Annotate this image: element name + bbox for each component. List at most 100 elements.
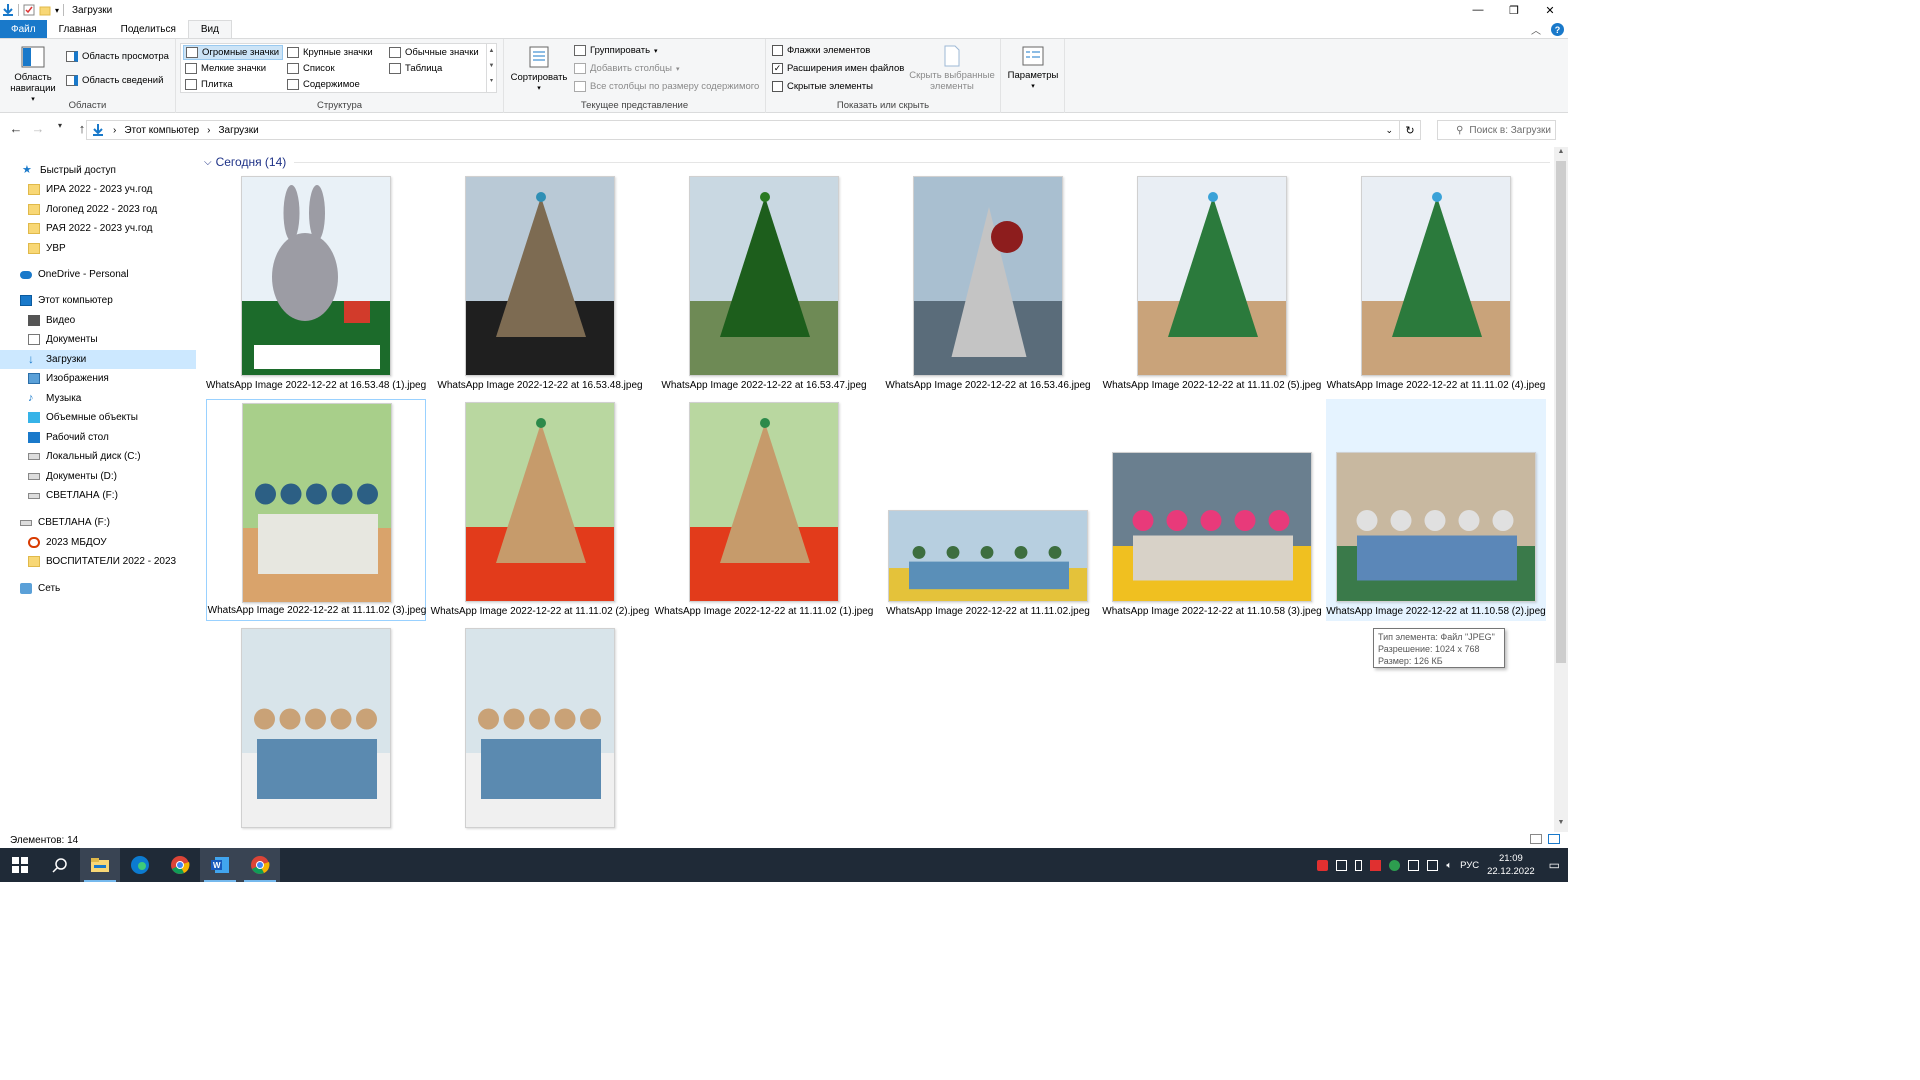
breadcrumb-separator[interactable]: › (113, 125, 116, 136)
scrollbar-thumb[interactable] (1556, 161, 1566, 663)
usb-icon[interactable] (1355, 859, 1363, 871)
file-item[interactable]: WhatsApp Image 2022-12-22 at 11.10.58 (2… (1326, 399, 1546, 621)
recent-locations-icon[interactable]: ▾ (50, 121, 70, 136)
nav-item-this-pc[interactable]: Этот компьютер (0, 291, 196, 310)
layout-list[interactable]: Список (285, 61, 385, 76)
file-item[interactable] (206, 625, 426, 832)
language-indicator[interactable]: РУС (1460, 860, 1479, 871)
layout-details[interactable]: Таблица (387, 61, 487, 76)
group-header[interactable]: ⌵ Сегодня (14) (204, 155, 286, 169)
collapse-ribbon-icon[interactable]: ︿ (1531, 22, 1541, 37)
properties-icon[interactable] (23, 4, 35, 16)
help-icon[interactable]: ? (1551, 23, 1564, 36)
nav-item-folder[interactable]: ИРА 2022 - 2023 уч.год (0, 180, 196, 199)
checkbox[interactable] (772, 45, 783, 56)
file-item[interactable]: WhatsApp Image 2022-12-22 at 11.11.02.jp… (878, 399, 1098, 621)
file-explorer-icon[interactable] (80, 848, 120, 882)
size-columns-button[interactable]: Все столбцы по размеру содержимого (574, 81, 759, 92)
nav-item-music[interactable]: ♪ Музыка (0, 389, 196, 408)
nav-item-folder[interactable]: УВР (0, 239, 196, 258)
forward-arrow-icon[interactable]: → (28, 121, 48, 136)
nav-item-drive-d[interactable]: Документы (D:) (0, 467, 196, 486)
details-pane-button[interactable]: Область сведений (66, 75, 163, 86)
volume-icon[interactable]: 🔈︎ (1446, 860, 1452, 871)
tray-overflow-icon[interactable] (1408, 859, 1420, 871)
file-item[interactable]: WhatsApp Image 2022-12-22 at 11.11.02 (2… (430, 399, 650, 621)
sort-button[interactable]: Сортировать ▾ (508, 45, 570, 94)
options-button[interactable]: Параметры ▾ (1005, 45, 1061, 92)
nav-item-videos[interactable]: Видео (0, 311, 196, 330)
chrome-icon[interactable] (240, 848, 280, 882)
nav-item-onedrive[interactable]: OneDrive - Personal (0, 265, 196, 284)
nav-item-drive-c[interactable]: Локальный диск (C:) (0, 447, 196, 466)
search-box[interactable]: ⚲ Поиск в: Загрузки (1437, 120, 1556, 140)
scroll-down-icon[interactable]: ▼ (1554, 819, 1568, 831)
layout-medium-icons[interactable]: Обычные значки (387, 45, 487, 60)
nav-item-downloads[interactable]: ↓ Загрузки (0, 350, 196, 369)
back-arrow-icon[interactable]: ← (6, 121, 26, 136)
minimize-button[interactable]: — (1460, 0, 1496, 20)
file-extensions-toggle[interactable]: ✓ Расширения имен файлов (772, 63, 904, 74)
hidden-items-toggle[interactable]: Скрытые элементы (772, 81, 873, 92)
layout-small-icons[interactable]: Мелкие значки (183, 61, 283, 76)
word-icon[interactable]: W (200, 848, 240, 882)
file-item[interactable]: WhatsApp Image 2022-12-22 at 11.11.02 (1… (654, 399, 874, 621)
file-item[interactable]: WhatsApp Image 2022-12-22 at 16.53.46.jp… (878, 173, 1098, 395)
file-item[interactable]: WhatsApp Image 2022-12-22 at 16.53.48.jp… (430, 173, 650, 395)
nav-item-quick-access[interactable]: ★ Быстрый доступ (0, 161, 196, 180)
file-item[interactable]: WhatsApp Image 2022-12-22 at 11.11.02 (5… (1102, 173, 1322, 395)
breadcrumb-separator[interactable]: › (207, 125, 210, 136)
nav-item-folder[interactable]: ВОСПИТАТЕЛИ 2022 - 2023 (0, 552, 196, 571)
nav-item-usb-root[interactable]: СВЕТЛАНА (F:) (0, 513, 196, 532)
file-item[interactable]: WhatsApp Image 2022-12-22 at 11.10.58 (3… (1102, 399, 1322, 621)
details-view-icon[interactable] (1530, 834, 1542, 844)
breadcrumb-downloads[interactable]: Загрузки (218, 125, 258, 136)
layout-extra-large-icons[interactable]: Огромные значки (183, 45, 283, 60)
search-icon[interactable] (40, 848, 80, 882)
record-icon[interactable] (1317, 859, 1329, 871)
down-arrow-icon[interactable] (2, 4, 14, 16)
network-icon[interactable] (1427, 859, 1439, 871)
layout-content[interactable]: Содержимое (285, 77, 385, 92)
file-item[interactable]: WhatsApp Image 2022-12-22 at 16.53.48 (1… (206, 173, 426, 395)
large-icons-view-icon[interactable] (1548, 834, 1560, 844)
nav-item-documents[interactable]: Документы (0, 330, 196, 349)
security-icon[interactable] (1389, 859, 1401, 871)
address-bar[interactable]: › Этот компьютер › Загрузки ⌄ ↻ (86, 120, 1421, 140)
hide-selected-button[interactable]: Скрыть выбранные элементы (906, 45, 998, 92)
clock[interactable]: 21:09 22.12.2022 (1487, 852, 1535, 878)
item-checkboxes-toggle[interactable]: Флажки элементов (772, 45, 870, 56)
checkbox-checked[interactable]: ✓ (772, 63, 783, 74)
add-columns-button[interactable]: Добавить столбцы ▾ (574, 63, 679, 74)
tab-home[interactable]: Главная (47, 20, 109, 38)
nav-item-folder[interactable]: 2023 МБДОУ (0, 533, 196, 552)
notifications-icon[interactable]: ▭ (1549, 858, 1560, 872)
close-button[interactable]: ✕ (1532, 0, 1568, 20)
nav-pane-button[interactable]: Область навигации ▾ (4, 45, 62, 105)
tab-file[interactable]: Файл (0, 20, 47, 38)
address-dropdown-icon[interactable]: ⌄ (1385, 125, 1393, 136)
nav-item-pictures[interactable]: Изображения (0, 369, 196, 388)
nav-item-network[interactable]: Сеть (0, 579, 196, 598)
layout-large-icons[interactable]: Крупные значки (285, 45, 385, 60)
file-item[interactable]: WhatsApp Image 2022-12-22 at 11.11.02 (4… (1326, 173, 1546, 395)
nav-item-folder[interactable]: РАЯ 2022 - 2023 уч.год (0, 219, 196, 238)
nav-item-folder[interactable]: Логопед 2022 - 2023 год (0, 200, 196, 219)
tab-view[interactable]: Вид (187, 20, 232, 38)
start-icon[interactable] (0, 848, 40, 882)
file-item[interactable]: WhatsApp Image 2022-12-22 at 16.53.47.jp… (654, 173, 874, 395)
vertical-scrollbar[interactable]: ▲ ▼ (1554, 147, 1568, 832)
edge-icon[interactable] (120, 848, 160, 882)
nav-item-drive-f[interactable]: СВЕТЛАНА (F:) (0, 486, 196, 505)
tab-share[interactable]: Поделиться (109, 20, 188, 38)
file-item[interactable] (430, 625, 650, 832)
chevron-down-icon[interactable]: ⌵ (204, 157, 212, 168)
layout-scroll[interactable]: ▲ ▼ ▾ (486, 44, 496, 92)
preview-pane-button[interactable]: Область просмотра (66, 51, 169, 62)
file-item[interactable]: WhatsApp Image 2022-12-22 at 11.11.02 (3… (206, 399, 426, 621)
new-folder-icon[interactable] (39, 4, 51, 16)
chrome-icon[interactable] (160, 848, 200, 882)
maximize-button[interactable]: ❐ (1496, 0, 1532, 20)
layout-tiles[interactable]: Плитка (183, 77, 283, 92)
breadcrumb-this-pc[interactable]: Этот компьютер (124, 125, 199, 136)
